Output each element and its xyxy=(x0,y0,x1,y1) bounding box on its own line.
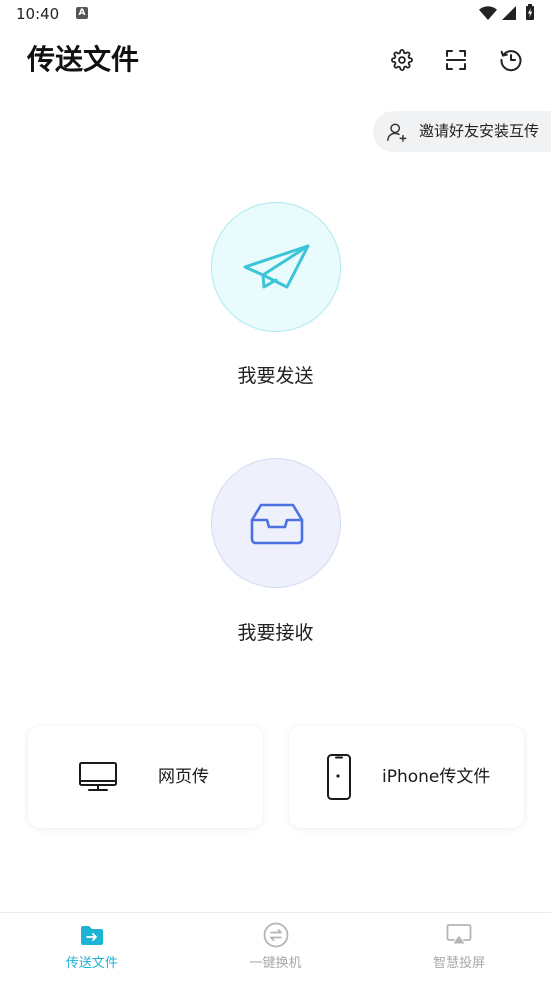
receive-label: 我要接收 xyxy=(237,622,314,644)
screen-cast-icon xyxy=(446,922,472,948)
iphone-transfer-label: iPhone传文件 xyxy=(382,767,491,787)
swap-circle-icon xyxy=(263,922,289,948)
nav-label-screen-cast: 智慧投屏 xyxy=(433,956,486,971)
person-add-icon xyxy=(386,121,408,143)
wifi-icon xyxy=(479,6,497,20)
phone-icon xyxy=(327,754,351,800)
folder-transfer-icon xyxy=(79,922,105,948)
gear-icon[interactable] xyxy=(391,49,413,71)
a-notification-icon: A xyxy=(76,7,88,19)
invite-friends-button[interactable]: 邀请好友安装互传 xyxy=(373,111,551,152)
iphone-transfer-card[interactable]: iPhone传文件 xyxy=(289,726,524,828)
monitor-icon xyxy=(79,762,117,792)
nav-item-phone-clone[interactable]: 一键换机 xyxy=(184,913,368,982)
send-button[interactable] xyxy=(211,202,341,332)
nav-label-transfer: 传送文件 xyxy=(65,956,118,971)
receive-button[interactable] xyxy=(211,458,341,588)
nav-item-screen-cast[interactable]: 智慧投屏 xyxy=(367,913,551,982)
page-title: 传送文件 xyxy=(27,43,140,76)
status-time: 10:40 xyxy=(16,5,60,23)
battery-charging-icon xyxy=(526,4,534,20)
send-label: 我要发送 xyxy=(237,365,314,387)
web-transfer-label: 网页传 xyxy=(158,767,209,787)
nav-label-phone-clone: 一键换机 xyxy=(249,956,302,971)
bottom-nav: 传送文件 一键换机 智慧投屏 xyxy=(0,912,551,982)
invite-label: 邀请好友安装互传 xyxy=(419,122,540,140)
inbox-icon xyxy=(249,502,305,546)
scan-icon[interactable] xyxy=(444,48,468,72)
web-transfer-card[interactable]: 网页传 xyxy=(28,726,263,828)
history-icon[interactable] xyxy=(499,48,523,72)
paper-plane-icon xyxy=(243,244,311,290)
signal-icon xyxy=(502,6,516,20)
nav-item-transfer[interactable]: 传送文件 xyxy=(0,913,184,982)
